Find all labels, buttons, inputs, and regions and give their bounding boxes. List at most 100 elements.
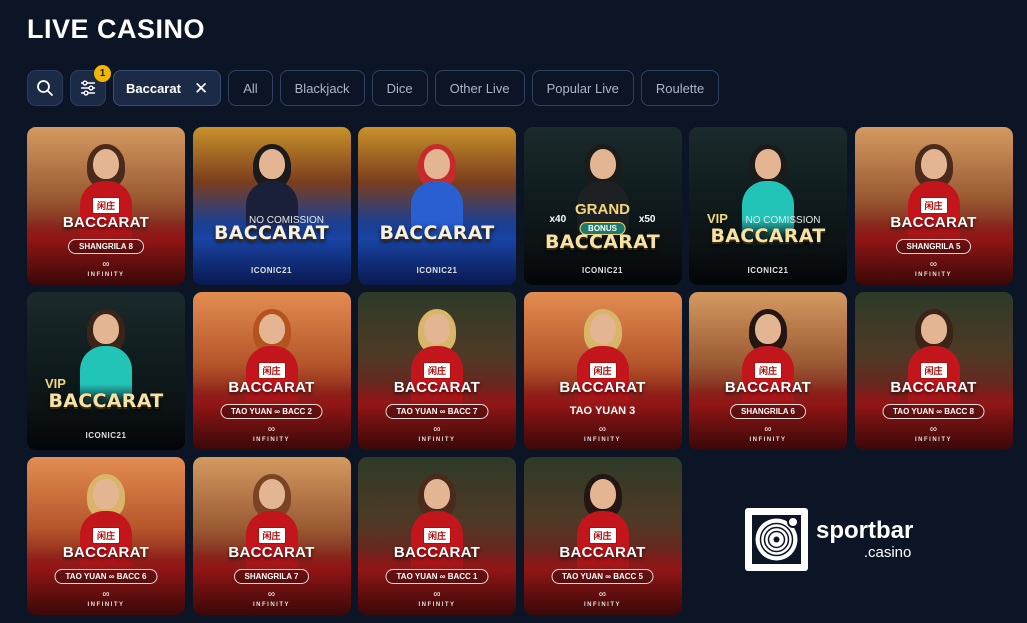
provider-logo: INFINITY <box>915 272 952 278</box>
infinity-icon: ∞ <box>433 589 441 600</box>
baccarat-emblem-icon: 闲庄 <box>257 361 286 379</box>
game-title: BACCARAT <box>214 221 329 244</box>
game-subtitle: TAO YUAN ∞ BACC 8 <box>882 404 985 420</box>
baccarat-emblem-icon: 闲庄 <box>919 361 948 379</box>
multiplier-right: x50 <box>638 213 656 225</box>
infinity-icon: ∞ <box>929 424 938 435</box>
provider-logo: INFINITY <box>915 437 952 443</box>
game-title: BACCARAT <box>62 543 150 561</box>
game-tile[interactable]: BACCARAT ICONIC21 <box>358 127 516 285</box>
filter-chip-all[interactable]: All <box>228 70 273 106</box>
provider-logo: INFINITY <box>87 602 125 608</box>
game-tile[interactable]: NO COMISSION BACCARAT ICONIC21 <box>192 127 351 285</box>
game-tile[interactable]: 闲庄 BACCARAT TAO YUAN 3 ∞ INFINITY <box>523 292 682 450</box>
infinity-icon: ∞ <box>267 424 276 435</box>
multiplier-left: x40 <box>549 213 567 225</box>
filter-chip-other-live[interactable]: Other Live <box>434 70 525 106</box>
provider-logo: INFINITY <box>749 437 787 443</box>
infinity-icon: ∞ <box>267 589 276 600</box>
brand-name: sportbar <box>816 517 914 545</box>
infinity-icon: ∞ <box>598 589 607 600</box>
infinity-icon: ∞ <box>102 589 110 600</box>
game-tile[interactable]: GRAND BONUS x40 x50 BACCARAT ICONIC21 <box>523 127 682 285</box>
game-tile[interactable]: VIP BACCARAT ICONIC21 <box>27 292 185 450</box>
baccarat-emblem-icon: 闲庄 <box>257 526 286 544</box>
game-subtitle: TAO YUAN ∞ BACC 1 <box>385 569 489 585</box>
game-title: BACCARAT <box>545 231 660 254</box>
brand-logo: sportbar .casino <box>745 508 913 571</box>
game-tile[interactable]: 闲庄 BACCARAT TAO YUAN ∞ BACC 8 ∞ INFINITY <box>854 292 1013 450</box>
filter-chip-roulette[interactable]: Roulette <box>640 70 720 106</box>
search-button[interactable] <box>27 70 63 106</box>
game-title: BACCARAT <box>393 378 481 396</box>
sliders-icon <box>81 80 95 96</box>
game-title: BACCARAT <box>228 378 315 396</box>
brand-suffix: .casino <box>863 543 912 561</box>
baccarat-emblem-icon: 闲庄 <box>753 361 783 379</box>
filter-count-badge: 1 <box>94 65 111 82</box>
baccarat-emblem-icon: 闲庄 <box>422 526 452 544</box>
game-subtitle: SHANGRILA 7 <box>233 569 310 585</box>
game-title: BACCARAT <box>710 224 826 247</box>
game-subtitle: SHANGRILA 5 <box>895 239 972 255</box>
active-filter-chip-baccarat[interactable]: Baccarat ✕ <box>113 70 222 106</box>
close-icon[interactable]: ✕ <box>194 80 208 97</box>
game-subtitle: TAO YUAN ∞ BACC 2 <box>220 404 323 420</box>
game-tile[interactable]: 闲庄 BACCARAT TAO YUAN ∞ BACC 7 ∞ INFINITY <box>358 292 516 450</box>
game-subtitle: TAO YUAN ∞ BACC 7 <box>385 404 489 420</box>
game-tile[interactable]: 闲庄 BACCARAT SHANGRILA 5 ∞ INFINITY <box>854 127 1013 285</box>
vip-label: VIP <box>45 375 66 391</box>
game-subtitle: TAO YUAN ∞ BACC 6 <box>54 569 158 585</box>
provider-logo: ICONIC21 <box>582 266 623 275</box>
game-tile[interactable]: 闲庄 BACCARAT SHANGRILA 6 ∞ INFINITY <box>689 292 847 450</box>
game-title: BACCARAT <box>724 378 812 396</box>
filter-chip-blackjack[interactable]: Blackjack <box>279 70 365 106</box>
provider-logo: ICONIC21 <box>416 266 458 275</box>
filter-chip-dice[interactable]: Dice <box>371 70 428 106</box>
filter-settings-button[interactable]: 1 <box>70 65 111 106</box>
game-title: BACCARAT <box>228 543 315 561</box>
baccarat-emblem-icon: 闲庄 <box>422 361 452 379</box>
infinity-icon: ∞ <box>929 259 938 270</box>
page-title: LIVE CASINO <box>27 14 206 44</box>
game-subtitle: SHANGRILA 6 <box>730 404 806 420</box>
baccarat-emblem-icon: 闲庄 <box>91 196 121 214</box>
infinity-icon: ∞ <box>598 424 607 435</box>
infinity-icon: ∞ <box>764 424 772 435</box>
game-tile[interactable]: 闲庄 BACCARAT SHANGRILA 7 ∞ INFINITY <box>192 457 351 615</box>
baccarat-emblem-icon: 闲庄 <box>588 361 617 379</box>
infinity-icon: ∞ <box>433 424 441 435</box>
game-tile[interactable]: 闲庄 BACCARAT TAO YUAN ∞ BACC 1 ∞ INFINITY <box>358 457 516 615</box>
game-title: BACCARAT <box>890 213 977 231</box>
provider-logo: ICONIC21 <box>85 431 127 440</box>
baccarat-emblem-icon: 闲庄 <box>919 196 948 214</box>
baccarat-emblem-icon: 闲庄 <box>91 526 121 544</box>
game-tile[interactable]: 闲庄 BACCARAT TAO YUAN ∞ BACC 2 ∞ INFINITY <box>192 292 351 450</box>
game-title: BACCARAT <box>393 543 481 561</box>
infinity-icon: ∞ <box>102 259 110 270</box>
provider-logo: INFINITY <box>584 602 621 608</box>
game-top-label: GRAND <box>575 201 630 219</box>
game-tile[interactable]: 闲庄 BACCARAT TAO YUAN ∞ BACC 6 ∞ INFINITY <box>27 457 185 615</box>
game-subtitle: TAO YUAN ∞ BACC 5 <box>551 569 654 585</box>
filter-chip-popular-live[interactable]: Popular Live <box>531 70 634 106</box>
game-tile[interactable]: VIP NO COMISSION BACCARAT ICONIC21 <box>689 127 847 285</box>
game-title: BACCARAT <box>62 213 150 231</box>
game-tile[interactable]: 闲庄 BACCARAT SHANGRILA 8 ∞ INFINITY <box>27 127 185 285</box>
game-title: BACCARAT <box>890 378 977 396</box>
provider-logo: INFINITY <box>253 437 290 443</box>
game-tile[interactable]: 闲庄 BACCARAT TAO YUAN ∞ BACC 5 ∞ INFINITY <box>523 457 682 615</box>
game-title: BACCARAT <box>559 378 646 396</box>
filter-bar: 1 Baccarat ✕ All Blackjack Dice Other Li… <box>27 65 720 106</box>
provider-logo: INFINITY <box>253 602 290 608</box>
provider-logo: ICONIC21 <box>747 266 789 275</box>
game-title: BACCARAT <box>379 221 495 244</box>
game-title: BACCARAT <box>559 543 646 561</box>
game-subtitle: SHANGRILA 8 <box>68 239 144 255</box>
active-filter-label: Baccarat <box>126 80 181 96</box>
provider-logo: INFINITY <box>87 272 125 278</box>
provider-logo: INFINITY <box>584 437 621 443</box>
provider-logo: INFINITY <box>418 602 456 608</box>
provider-logo: ICONIC21 <box>251 266 292 275</box>
vinyl-record-icon <box>745 508 808 571</box>
